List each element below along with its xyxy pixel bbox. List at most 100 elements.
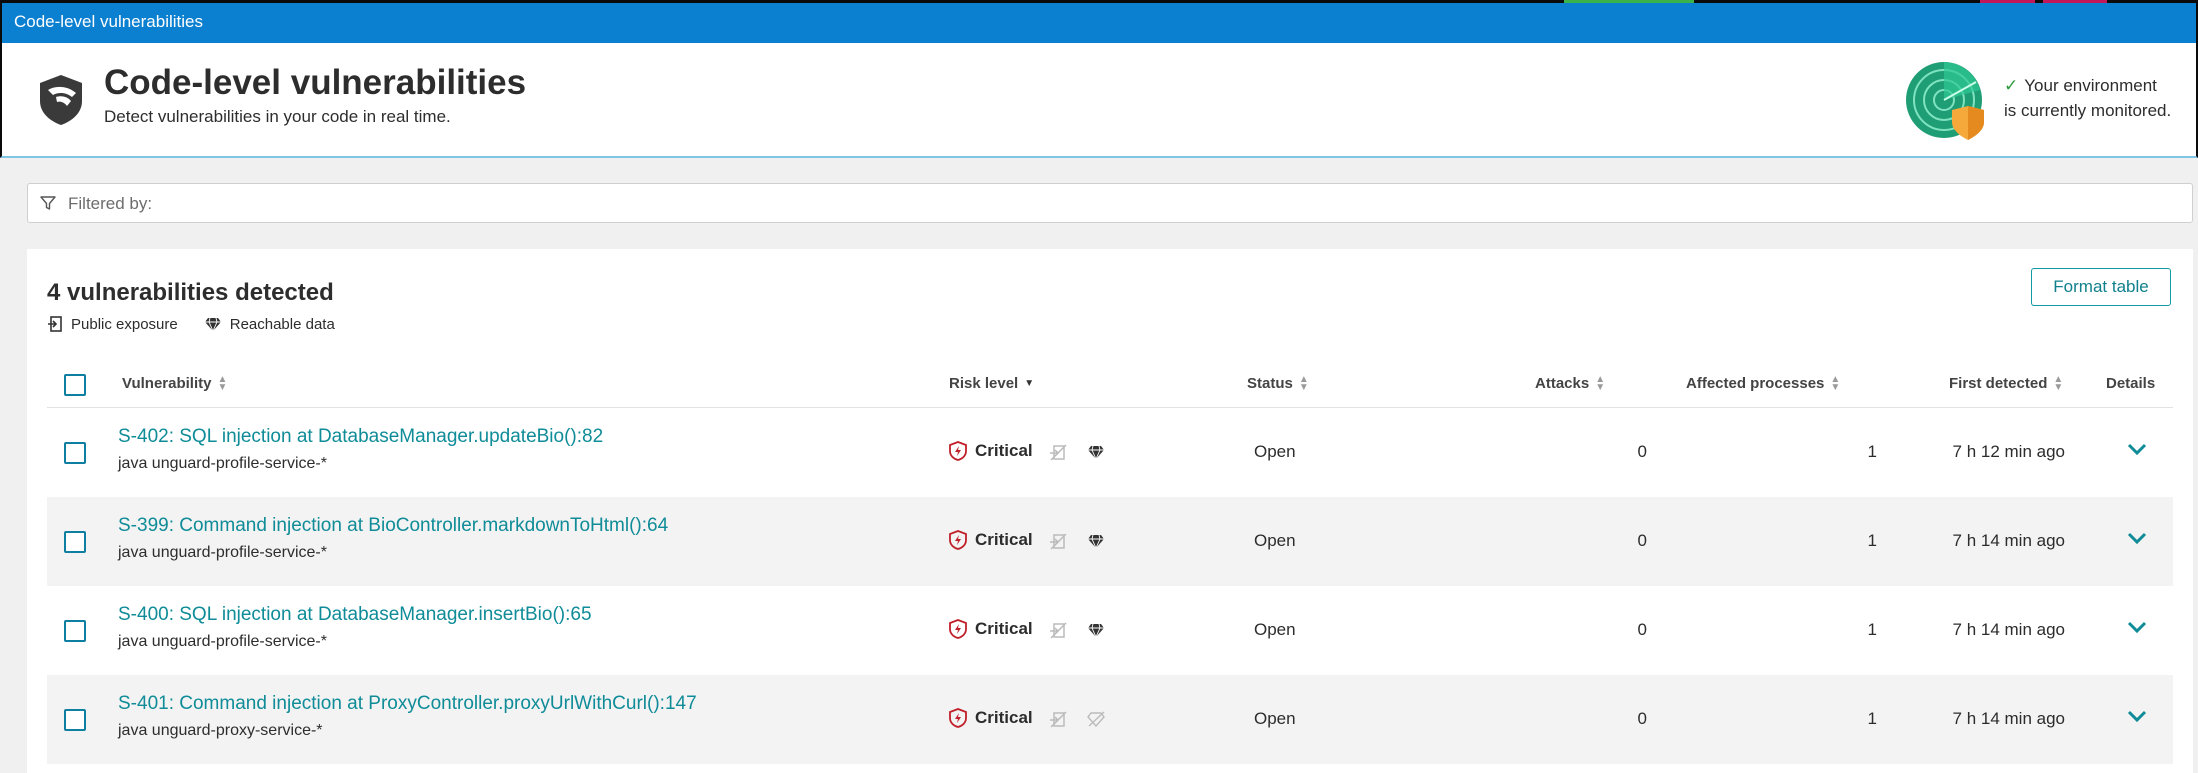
sort-descending-icon: ▼ [1024,377,1035,389]
column-details-label: Details [2106,375,2156,392]
row-checkbox[interactable] [64,531,86,553]
column-vulnerability-label: Vulnerability [122,375,212,392]
chevron-down-icon[interactable] [2127,709,2147,723]
vulnerability-link[interactable]: S-402: SQL injection at DatabaseManager.… [118,426,603,448]
row-checkbox[interactable] [64,442,86,464]
first-detected-value: 7 h 14 min ago [1952,709,2065,728]
process-name: java unguard-profile-service-* [118,455,327,472]
column-status[interactable]: Status ▲ ▼ [1247,373,1309,393]
checkmark-icon: ✓ [2004,76,2019,95]
results-heading: 4 vulnerabilities detected [47,279,334,306]
process-name: java unguard-profile-service-* [118,544,327,561]
vulnerability-link[interactable]: S-400: SQL injection at DatabaseManager.… [118,604,592,626]
row-checkbox[interactable] [64,620,86,642]
column-first-detected[interactable]: First detected ▲ ▼ [1949,373,2064,393]
public-exposure-off-icon [1050,533,1067,550]
first-detected-value: 7 h 12 min ago [1952,442,2065,461]
attacks-value: 0 [1637,709,1647,728]
vulnerability-link[interactable]: S-399: Command injection at BioControlle… [118,515,668,537]
accent-segment-green [1564,0,1694,3]
chevron-down-icon[interactable] [2127,620,2147,634]
first-detected-value: 7 h 14 min ago [1952,620,2065,639]
column-affected-processes[interactable]: Affected processes ▲ ▼ [1686,373,1841,393]
critical-shield-icon [949,441,967,461]
risk-label: Critical [975,708,1033,727]
page-header: Code-level vulnerabilities Detect vulner… [0,43,2198,158]
app-title-bar: Code-level vulnerabilities [0,0,2198,43]
monitoring-status-line1: Your environment [2024,76,2157,95]
risk-level: Critical [949,708,1033,728]
column-first-label: First detected [1949,375,2048,392]
column-status-label: Status [1247,375,1293,392]
chevron-down-icon[interactable] [2127,531,2147,545]
sort-icon: ▲ ▼ [217,373,228,393]
vulnerabilities-panel: 4 vulnerabilities detected Public exposu… [27,249,2193,773]
diamond-icon [204,317,221,332]
table-row[interactable]: S-399: Command injection at BioControlle… [47,497,2173,586]
reachable-data-icon [1088,445,1104,460]
accent-segment-red-2 [2043,0,2107,3]
table-row[interactable]: S-401: Command injection at ProxyControl… [47,675,2173,764]
legend-reachable-label: Reachable data [229,315,335,333]
reachable-data-icon [1088,534,1104,549]
column-vulnerability[interactable]: Vulnerability ▲ ▼ [122,373,228,393]
attacks-value: 0 [1637,531,1647,550]
reachable-data-icon [1088,623,1104,638]
legend: Public exposure Reachable data [47,315,361,333]
public-exposure-off-icon [1050,711,1067,728]
table-row[interactable]: S-402: SQL injection at DatabaseManager.… [47,408,2173,497]
risk-label: Critical [975,619,1033,638]
status-value: Open [1254,531,1296,550]
column-risk-level[interactable]: Risk level ▼ [949,375,1034,392]
process-name: java unguard-profile-service-* [118,633,327,650]
sort-icon: ▲ ▼ [2053,373,2064,393]
reachable-data-off-icon [1087,711,1105,727]
sort-icon: ▲ ▼ [1595,373,1606,393]
risk-label: Critical [975,530,1033,549]
column-attacks-label: Attacks [1535,375,1590,392]
app-title: Code-level vulnerabilities [14,12,203,31]
monitoring-status: ✓ Your environment is currently monitored… [2004,73,2171,123]
public-exposure-icon [48,316,62,332]
first-detected-value: 7 h 14 min ago [1952,531,2065,550]
status-value: Open [1254,442,1296,461]
process-name: java unguard-proxy-service-* [118,722,323,739]
risk-level: Critical [949,619,1033,639]
filter-label: Filtered by: [68,194,153,213]
legend-public-exposure: Public exposure [47,315,178,333]
row-checkbox[interactable] [64,709,86,731]
column-risk-label: Risk level [949,375,1019,392]
public-exposure-off-icon [1050,622,1067,639]
radar-shield-icon [1906,62,1984,140]
filter-bar[interactable]: Filtered by: [27,183,2193,223]
column-attacks[interactable]: Attacks ▲ ▼ [1535,373,1606,393]
table-header: Vulnerability ▲ ▼ Risk level ▼ Status ▲ ▼ … [47,359,2173,408]
public-exposure-off-icon [1050,444,1067,461]
attacks-value: 0 [1637,620,1647,639]
risk-level: Critical [949,441,1033,461]
column-details: Details [2106,375,2155,392]
chevron-down-icon[interactable] [2127,442,2147,456]
critical-shield-icon [949,708,967,728]
critical-shield-icon [949,619,967,639]
vulnerability-link[interactable]: S-401: Command injection at ProxyControl… [118,693,697,715]
affected-processes-value: 1 [1867,709,1877,728]
critical-shield-icon [949,530,967,550]
sort-icon: ▲ ▼ [1298,373,1309,393]
affected-processes-value: 1 [1867,442,1877,461]
table-row[interactable]: S-400: SQL injection at DatabaseManager.… [47,586,2173,675]
sort-icon: ▲ ▼ [1830,373,1841,393]
accent-segment-red [1980,0,2035,3]
status-value: Open [1254,709,1296,728]
select-all-checkbox[interactable] [64,374,86,396]
affected-processes-value: 1 [1867,531,1877,550]
affected-processes-value: 1 [1867,620,1877,639]
status-value: Open [1254,620,1296,639]
page-title: Code-level vulnerabilities [104,63,527,102]
column-affected-label: Affected processes [1686,375,1825,392]
legend-reachable-data: Reachable data [204,316,335,333]
attacks-value: 0 [1637,442,1647,461]
legend-public-label: Public exposure [71,315,178,333]
shield-logo-icon [40,75,82,125]
format-table-button[interactable]: Format table [2031,268,2171,306]
